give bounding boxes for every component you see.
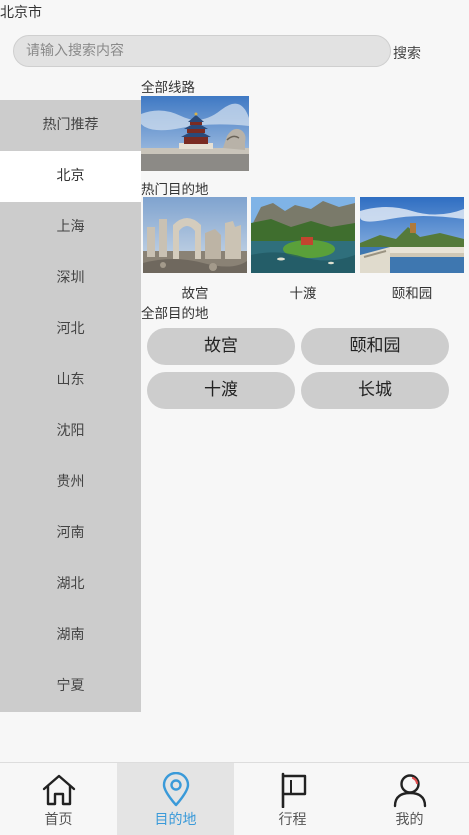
section-title-hot-destinations: 热门目的地	[141, 182, 209, 198]
tab-itinerary-label: 行程	[278, 812, 307, 828]
sidebar-item-shandong[interactable]: 山东	[0, 355, 141, 406]
flag-icon	[281, 772, 306, 808]
sidebar-item-hunan[interactable]: 湖南	[0, 610, 141, 661]
hot-destination-label: 十渡	[289, 286, 317, 302]
destination-pill-gugong[interactable]: 故宫	[147, 328, 295, 365]
route-image-temple-of-heaven[interactable]	[141, 96, 249, 171]
hot-destination-image-summer-palace	[360, 197, 464, 273]
sidebar-item-beijing[interactable]: 北京	[0, 151, 141, 202]
sidebar-item-shenzhen[interactable]: 深圳	[0, 253, 141, 304]
hot-destination-label: 颐和园	[391, 286, 433, 302]
destination-pill-shidu[interactable]: 十渡	[147, 372, 295, 409]
sidebar-item-shanghai[interactable]: 上海	[0, 202, 141, 253]
bottom-tab-bar: 首页 目的地 行程 我的	[0, 762, 469, 835]
sidebar-item-henan[interactable]: 河南	[0, 508, 141, 559]
tab-mine-label: 我的	[395, 812, 424, 828]
destination-pill-changcheng[interactable]: 长城	[301, 372, 449, 409]
tab-destination-label: 目的地	[154, 812, 197, 828]
tab-home[interactable]: 首页	[0, 763, 117, 835]
province-sidebar: 热门推荐 北京 上海 深圳 河北 山东 沈阳 贵州 河南 湖北 湖南 宁夏	[0, 100, 141, 712]
section-title-all-routes: 全部线路	[141, 80, 195, 96]
sidebar-item-guizhou[interactable]: 贵州	[0, 457, 141, 508]
hot-destination-card-gugong[interactable]: 故宫	[143, 197, 247, 302]
search-button[interactable]: 搜索	[393, 43, 421, 63]
hot-destination-card-shidu[interactable]: 十渡	[251, 197, 355, 302]
hot-destination-image-lake	[251, 197, 355, 273]
tab-mine[interactable]: 我的	[351, 763, 468, 835]
user-icon	[393, 774, 426, 808]
city-label: 北京市	[0, 5, 42, 21]
hot-destination-label: 故宫	[181, 286, 209, 302]
hot-destination-card-yiheyuan[interactable]: 颐和园	[360, 197, 464, 302]
location-pin-icon	[162, 772, 189, 807]
sidebar-item-hubei[interactable]: 湖北	[0, 559, 141, 610]
hot-destination-image-ruins	[143, 197, 247, 273]
tab-itinerary[interactable]: 行程	[234, 763, 351, 835]
sidebar-item-hot[interactable]: 热门推荐	[0, 100, 141, 151]
tab-destination[interactable]: 目的地	[117, 763, 234, 835]
tab-home-label: 首页	[44, 812, 73, 828]
sidebar-item-ningxia[interactable]: 宁夏	[0, 661, 141, 712]
sidebar-item-shenyang[interactable]: 沈阳	[0, 406, 141, 457]
destination-pill-yiheyuan[interactable]: 颐和园	[301, 328, 449, 365]
section-title-all-destinations: 全部目的地	[141, 306, 209, 322]
search-input[interactable]	[13, 35, 391, 67]
sidebar-item-hebei[interactable]: 河北	[0, 304, 141, 355]
home-icon	[42, 774, 75, 806]
